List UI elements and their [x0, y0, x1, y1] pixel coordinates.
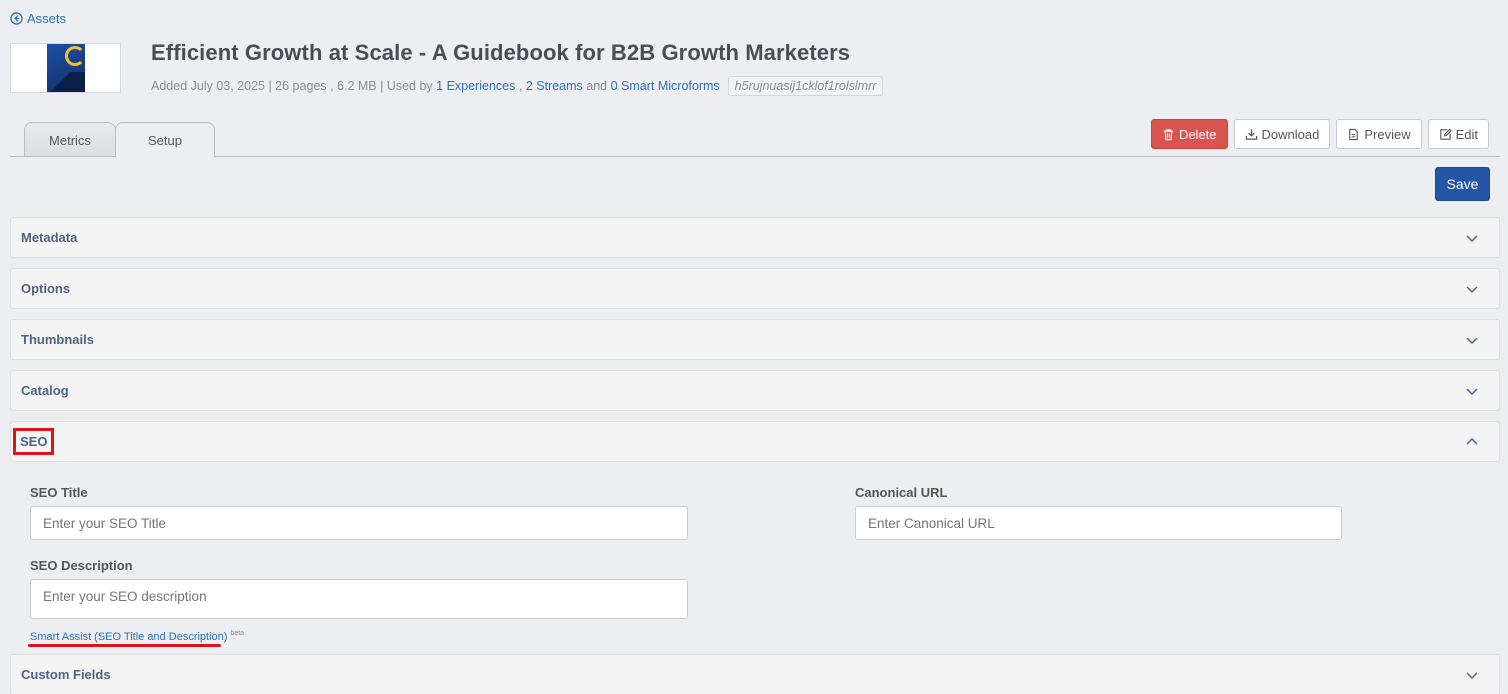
tab-metrics[interactable]: Metrics — [24, 122, 116, 157]
save-button[interactable]: Save — [1435, 167, 1490, 201]
panel-seo[interactable]: SEO — [10, 421, 1500, 462]
panel-thumbnails[interactable]: Thumbnails — [10, 319, 1500, 360]
download-button[interactable]: Download — [1233, 119, 1331, 149]
edit-button[interactable]: Edit — [1427, 119, 1489, 149]
panel-options[interactable]: Options — [10, 268, 1500, 309]
smart-assist-link[interactable]: Smart Assist (SEO Title and Description)… — [30, 630, 244, 643]
chevron-down-icon — [1466, 388, 1478, 396]
panel-custom-fields-label: Custom Fields — [21, 667, 111, 682]
panel-metadata-label: Metadata — [21, 230, 78, 245]
panel-metadata[interactable]: Metadata — [10, 217, 1500, 258]
seo-title-label: SEO Title — [30, 485, 88, 500]
delete-label: Delete — [1178, 126, 1217, 142]
canonical-url-input[interactable] — [855, 506, 1342, 540]
chevron-up-icon — [1466, 437, 1478, 445]
annotation-underline — [28, 644, 221, 647]
back-link-label: Assets — [27, 11, 67, 26]
tabs-divider — [10, 156, 1500, 157]
preview-button[interactable]: Preview — [1336, 119, 1422, 149]
panel-catalog[interactable]: Catalog — [10, 370, 1500, 411]
chevron-down-icon — [1466, 672, 1478, 680]
canonical-url-label: Canonical URL — [855, 485, 948, 500]
meta-and: and — [586, 79, 608, 93]
seo-description-label: SEO Description — [30, 558, 133, 573]
meta-prefix: Added July 03, 2025 | 26 pages , 6.2 MB … — [151, 79, 433, 93]
asset-hash-badge: h5rujnuasij1cklof1rolslmrr — [727, 76, 884, 96]
chevron-down-icon — [1466, 337, 1478, 345]
trash-icon — [1163, 128, 1174, 140]
tab-setup[interactable]: Setup — [115, 122, 215, 158]
chevron-down-icon — [1466, 286, 1478, 294]
asset-thumbnail — [10, 43, 121, 93]
experiences-link[interactable]: 1 Experiences — [436, 79, 515, 93]
panel-thumbnails-label: Thumbnails — [21, 332, 94, 347]
panel-seo-label: SEO — [13, 428, 55, 455]
panel-custom-fields[interactable]: Custom Fields — [10, 654, 1500, 694]
seo-description-input[interactable] — [30, 579, 688, 619]
asset-meta: Added July 03, 2025 | 26 pages , 6.2 MB … — [151, 76, 884, 96]
streams-link[interactable]: 2 Streams — [526, 79, 583, 93]
meta-separator: , — [518, 79, 523, 93]
back-to-assets-link[interactable]: Assets — [10, 11, 66, 26]
smart-assist-label: Smart Assist (SEO Title and Description) — [30, 631, 228, 643]
asset-cover-image — [46, 44, 85, 92]
chevron-down-icon — [1466, 235, 1478, 243]
preview-label: Preview — [1364, 126, 1411, 142]
download-label: Download — [1261, 126, 1320, 142]
delete-button[interactable]: Delete — [1150, 119, 1228, 149]
seo-title-input[interactable] — [30, 506, 688, 540]
beta-badge: beta — [230, 630, 245, 637]
arrow-left-circle-icon — [10, 12, 23, 25]
panel-options-label: Options — [21, 281, 71, 296]
microforms-link[interactable]: 0 Smart Microforms — [611, 79, 720, 93]
edit-icon — [1439, 128, 1452, 140]
download-icon — [1245, 128, 1257, 140]
asset-actions: Delete Download Preview Edit — [1150, 119, 1489, 149]
panel-catalog-label: Catalog — [21, 383, 69, 398]
document-icon — [1349, 128, 1359, 140]
asset-title: Efficient Growth at Scale - A Guidebook … — [151, 40, 851, 65]
edit-label: Edit — [1455, 126, 1478, 142]
